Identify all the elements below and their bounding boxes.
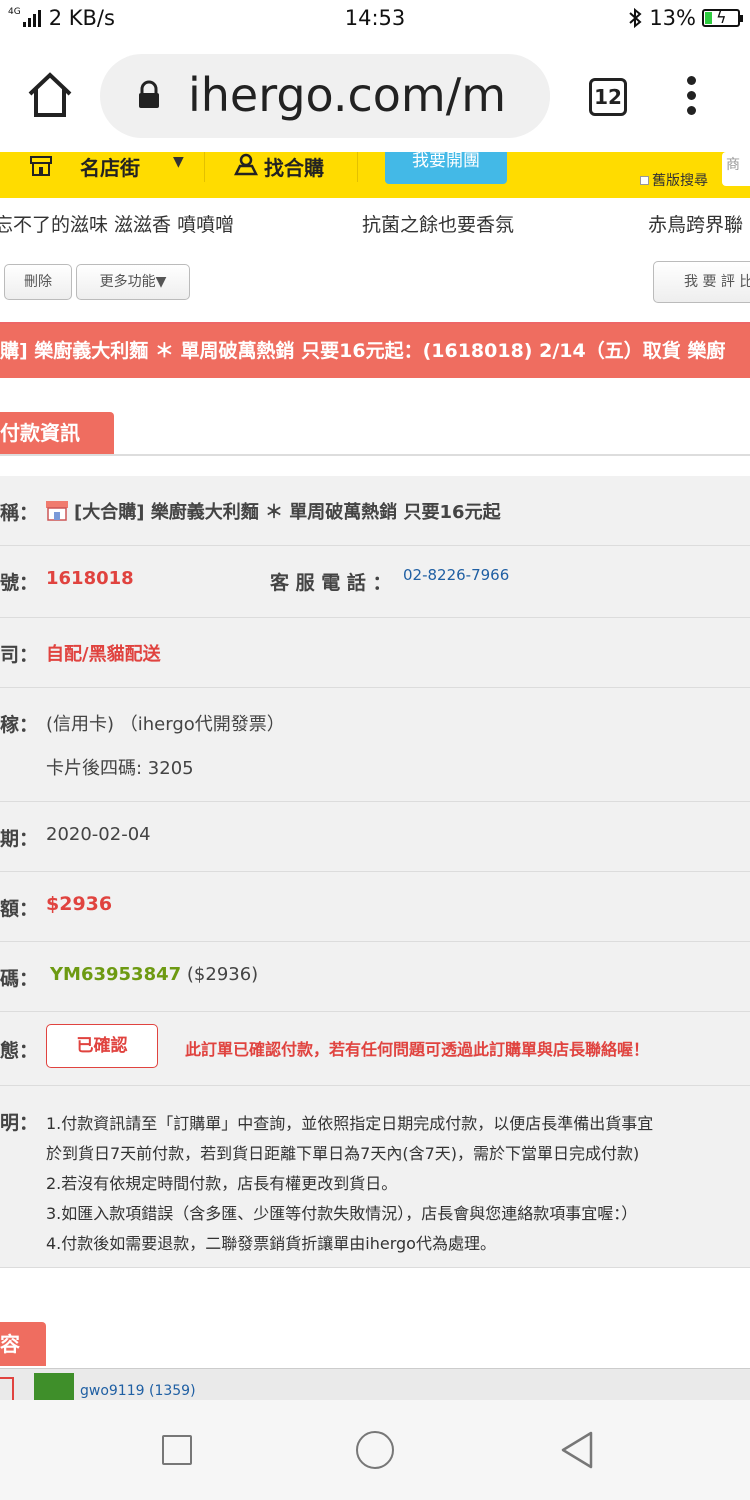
home-icon[interactable] [24, 70, 76, 120]
marquee-item[interactable]: 忘不了的滋味 滋滋香 噴噴噌 [0, 210, 234, 237]
url-fade [510, 54, 550, 138]
payment-code: YM63953847 [50, 964, 182, 985]
open-group-button[interactable]: 我要開團 [385, 152, 507, 184]
review-button[interactable]: 我 要 評 比 [653, 261, 750, 303]
status-right: 13% ϟ [627, 6, 743, 30]
home-button[interactable] [356, 1431, 394, 1469]
payment-date: 2020-02-04 [46, 824, 151, 845]
note-line: 4.付款後如需要退款，二聯發票銷貨折讓單由ihergo代為處理。 [46, 1234, 496, 1253]
status-message: 此訂單已確認付款，若有任何問題可透過此訂購單與店長聯絡喔！ [185, 1040, 650, 1059]
tab-underline [0, 454, 750, 456]
search-input[interactable]: 商 [722, 152, 750, 186]
promo-marquee: 忘不了的滋味 滋滋香 噴噴噌 抗菌之餘也要香氛 赤鳥跨界聯 刪除 更多功能▼ 我… [0, 198, 750, 322]
status-bar: 4G 2 KB/s 14:53 13% ϟ [0, 0, 750, 40]
tab-content[interactable]: 容 [0, 1322, 46, 1366]
checkbox[interactable] [0, 1377, 14, 1400]
card-last-four: 卡片後四碼: 3205 [46, 758, 194, 779]
battery-icon: ϟ [702, 8, 743, 27]
row-date: 期： 2020-02-04 [0, 802, 750, 872]
order-content: 付款資訊 稱： [大合購] 樂廚義大利麵 ＊ 單周破萬熱銷 只要16元起 號： … [0, 378, 750, 1400]
shop-icon [46, 501, 68, 521]
row-name: 稱： [大合購] 樂廚義大利麵 ＊ 單周破萬熱銷 只要16元起 [0, 476, 750, 546]
old-search-label: 舊版搜尋 [652, 173, 708, 189]
note-line: 2.若沒有依規定時間付款，店長有權更改到貨日。 [46, 1174, 398, 1193]
tab-payment-info[interactable]: 付款資訊 [0, 412, 114, 454]
bluetooth-icon [629, 7, 642, 29]
row-shipping: 司： 自配/黑貓配送 [0, 618, 750, 688]
address-bar[interactable]: ihergo.com/m [100, 54, 550, 138]
row-label: 號： [0, 572, 39, 594]
product-name[interactable]: [大合購] 樂廚義大利麵 ＊ 單周破萬熱銷 只要16元起 [74, 502, 501, 523]
comment-user[interactable]: gwo9119 (1359) [80, 1383, 196, 1399]
row-label: 額： [0, 898, 39, 920]
row-label: 期： [0, 828, 39, 850]
checkbox[interactable] [640, 175, 649, 185]
total-amount: $2936 [46, 893, 113, 915]
note-line: 1.付款資訊請至「訂購單」中查詢，並依照指定日期完成付款，以便店長準備出貨事宜 [46, 1114, 654, 1133]
delete-button[interactable]: 刪除 [4, 264, 72, 300]
row-amount: 額： $2936 [0, 872, 750, 942]
chevron-down-icon[interactable]: ▼ [173, 154, 184, 170]
tab-switcher-button[interactable]: 12 [589, 78, 627, 116]
row-status: 態： 已確認 此訂單已確認付款，若有任何問題可透過此訂購單與店長聯絡喔！ [0, 1012, 750, 1086]
group-id: 1618018 [46, 568, 134, 589]
confirmed-badge[interactable]: 已確認 [46, 1024, 158, 1068]
overflow-menu-icon[interactable] [682, 76, 700, 120]
avatar[interactable] [34, 1373, 74, 1400]
nav-divider [204, 152, 205, 182]
row-notes: 明： 1.付款資訊請至「訂購單」中查詢，並依照指定日期完成付款，以便店長準備出貨… [0, 1086, 750, 1268]
product-banner: 購] 樂廚義大利麵 ＊ 單周破萬熱銷 只要16元起：(1618018) 2/14… [0, 322, 750, 378]
row-label: 碼： [0, 968, 39, 990]
back-icon[interactable] [560, 1430, 594, 1470]
marquee-item[interactable]: 抗菌之餘也要香氛 [362, 210, 514, 237]
row-label: 稱： [0, 502, 39, 524]
payment-code-amount: ($2936) [186, 964, 259, 985]
payment-method: (信用卡) （ihergo代開發票） [46, 714, 285, 735]
nav-find-group-buy[interactable]: 找合購 [264, 152, 324, 181]
store-icon [30, 156, 52, 176]
browser-toolbar: ihergo.com/m 12 [0, 40, 750, 152]
row-code: 碼： YM63953847 ($2936) [0, 942, 750, 1012]
row-label: 明： [0, 1112, 39, 1134]
more-functions-button[interactable]: 更多功能▼ [76, 264, 190, 300]
note-line: 3.如匯入款項錯誤（含多匯、少匯等付款失敗情況），店長會與您連絡款項事宜喔：） [46, 1204, 638, 1223]
row-payment: 稼： (信用卡) （ihergo代開發票） 卡片後四碼: 3205 [0, 688, 750, 802]
lock-icon [139, 80, 159, 108]
old-search-toggle[interactable]: 舊版搜尋 [640, 170, 708, 190]
row-value: [大合購] 樂廚義大利麵 ＊ 單周破萬熱銷 只要16元起 [46, 498, 501, 524]
nav-divider [357, 152, 358, 182]
payment-code-value: YM63953847 ($2936) [50, 964, 258, 985]
service-phone[interactable]: 02-8226-7966 [403, 566, 509, 584]
site-nav: 名店街 ▼ 找合購 我要開團 舊版搜尋 商 [0, 152, 750, 198]
note-line: 於到貨日7天前付款，若到貨日距離下單日為7天內(含7天)，需於下當單日完成付款) [46, 1144, 640, 1163]
row-id: 號： 1618018 客 服 電 話 ： 02-8226-7966 [0, 546, 750, 618]
nav-store-street[interactable]: 名店街 [80, 152, 140, 181]
comment-strip: gwo9119 (1359) [0, 1368, 750, 1400]
marquee-item[interactable]: 赤鳥跨界聯 [648, 210, 743, 237]
payment-info-panel: 稱： [大合購] 樂廚義大利麵 ＊ 單周破萬熱銷 只要16元起 號： 16180… [0, 476, 750, 1268]
system-nav-bar [0, 1400, 750, 1500]
shipping-method: 自配/黑貓配送 [46, 644, 161, 665]
url-text: ihergo.com/m [188, 68, 507, 122]
recent-apps-button[interactable] [162, 1435, 192, 1465]
battery-percent: 13% [649, 6, 696, 30]
row-label: 稼： [0, 714, 39, 736]
service-phone-label: 客 服 電 話 ： [270, 572, 392, 594]
location-user-icon [234, 153, 258, 176]
row-label: 司： [0, 644, 39, 666]
row-label: 態： [0, 1040, 39, 1062]
screen: 4G 2 KB/s 14:53 13% ϟ ihergo.com/m 12 名店… [0, 0, 750, 1500]
